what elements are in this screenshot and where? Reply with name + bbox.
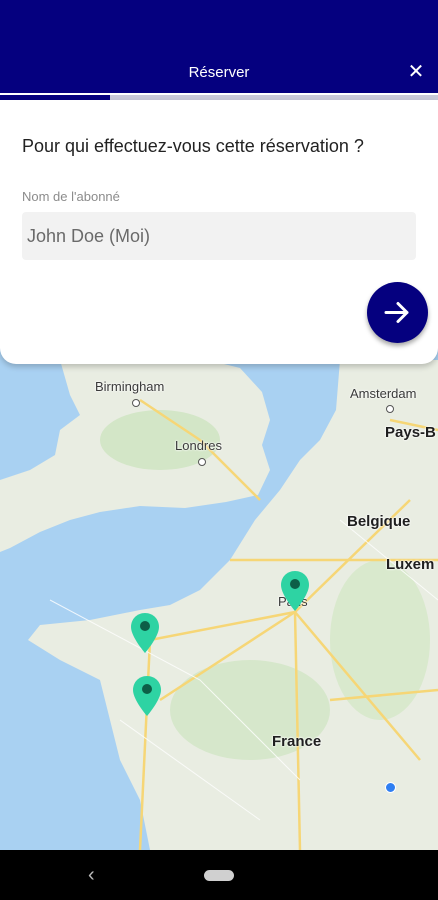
subscriber-name-field[interactable] [22, 212, 416, 260]
back-icon[interactable]: ‹ [88, 864, 95, 887]
city-dot [132, 399, 140, 407]
subscriber-field-label: Nom de l'abonné [22, 189, 120, 204]
next-button[interactable] [367, 282, 428, 343]
map-label-amsterdam: Amsterdam [350, 386, 417, 401]
home-pill-icon[interactable] [204, 870, 234, 881]
city-dot [386, 405, 394, 413]
booking-card: Pour qui effectuez-vous cette réservatio… [0, 100, 438, 364]
city-dot [198, 458, 206, 466]
map-label-birmingham: Birmingham [95, 379, 165, 394]
map-label-belgique: Belgique [347, 513, 411, 530]
header-title: Réserver [188, 64, 250, 81]
booking-question: Pour qui effectuez-vous cette réservatio… [22, 136, 364, 156]
close-icon[interactable]: ✕ [406, 62, 426, 82]
progress-bar [0, 93, 438, 100]
arrow-right-icon [384, 302, 409, 323]
map-label-luxembourg: Luxem [386, 556, 435, 573]
map-label-france: France [272, 733, 322, 750]
location-pin-icon[interactable] [130, 612, 160, 654]
user-location-dot [385, 782, 396, 793]
system-nav-bar: ‹ [0, 850, 438, 900]
location-pin-icon[interactable] [132, 675, 162, 717]
map-label-londres: Londres [175, 438, 222, 453]
app-header: Réserver ✕ [0, 0, 438, 93]
location-pin-icon[interactable] [280, 570, 310, 612]
map-label-pays-bas: Pays-B [385, 424, 436, 441]
